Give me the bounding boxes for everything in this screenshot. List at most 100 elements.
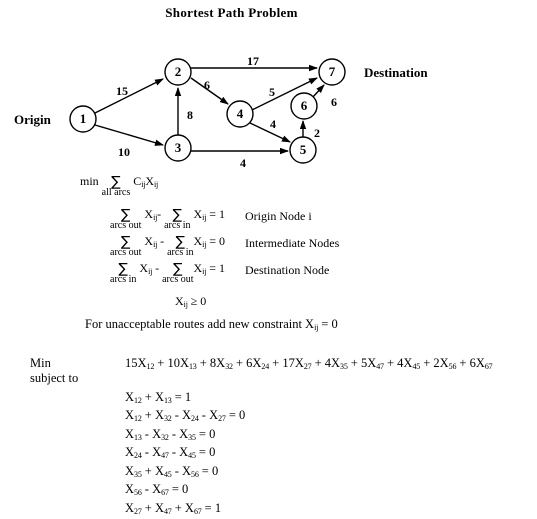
constraint-rhs: = 0 bbox=[168, 482, 189, 497]
constraint-rhs: = 1 bbox=[201, 500, 222, 515]
constraint-rhs: = 1 bbox=[171, 390, 192, 404]
constraint-subscript: 47 bbox=[161, 451, 169, 461]
arc-1-2 bbox=[94, 78, 164, 114]
constraint-subscript: 24 bbox=[134, 451, 142, 461]
objective-coefficient: 4X bbox=[324, 356, 341, 370]
arc-weight-5-6: 2 bbox=[314, 126, 320, 140]
arc-6-7 bbox=[311, 84, 325, 99]
arc-1-3 bbox=[94, 124, 164, 146]
objective-subscript: 47 bbox=[376, 362, 384, 372]
flow-variable-subscript: ij bbox=[154, 180, 159, 190]
unacceptable-note-rhs: = 0 bbox=[318, 317, 338, 331]
constraint-subscript: 24 bbox=[191, 414, 199, 424]
var-1a: X bbox=[144, 207, 154, 221]
node-2: 2 bbox=[164, 58, 192, 86]
constraint-variable: X bbox=[125, 408, 135, 423]
objective-operator: + bbox=[347, 356, 361, 370]
lp-objective-function: 15X12 + 10X13 + 8X32 + 6X24 + 17X27 + 4X… bbox=[125, 356, 493, 372]
constraint-operator: - bbox=[168, 426, 180, 441]
constraint-variable: X bbox=[152, 426, 162, 441]
lp-constraints-list: X12 + X13 = 1 X12 + X32 - X24 - X27 = 0 X1… bbox=[125, 390, 245, 519]
objective-subscript: 13 bbox=[188, 362, 197, 372]
balance-row-origin: ∑ arcs out Xij- ∑ arcs in Xij = 1 Origin N… bbox=[110, 207, 312, 231]
sum-arcs-out-2: ∑ arcs out bbox=[110, 235, 141, 258]
constraint-operator: + bbox=[141, 390, 155, 404]
constraint-subscript: 56 bbox=[191, 469, 199, 479]
objective-coefficient: 10X bbox=[167, 356, 189, 370]
objective-coefficient: 6X bbox=[246, 356, 262, 370]
arc-weight-1-3: 10 bbox=[118, 145, 130, 159]
node-1-label: 1 bbox=[80, 111, 87, 126]
unacceptable-routes-note: For unacceptable routes add new constrai… bbox=[85, 318, 338, 332]
nonneg-var: X bbox=[175, 294, 184, 308]
lp-constraint-row: X12 + X13 = 1 bbox=[125, 390, 245, 408]
constraint-subscript: 67 bbox=[193, 506, 202, 516]
sum-arcs-in-3: ∑ arcs in bbox=[110, 262, 136, 285]
network-nodes: 1 2 3 4 5 6 7 bbox=[69, 58, 346, 164]
arc-weight-1-2: 15 bbox=[116, 84, 128, 98]
objective-operator: + bbox=[311, 356, 325, 370]
objective-subscript: 45 bbox=[412, 362, 421, 372]
lp-constraint-row: X27 + X47 + X67 = 1 bbox=[125, 501, 245, 519]
var-3b: X bbox=[193, 261, 203, 275]
sum-arcs-out-3-subscript: arcs out bbox=[162, 274, 194, 285]
balance-row-destination: ∑ arcs in Xij - ∑ arcs out Xij = 1 Destinat… bbox=[110, 261, 330, 285]
sum-arcs-in-2: ∑ arcs in bbox=[167, 235, 193, 258]
constraint-variable: X bbox=[125, 500, 135, 515]
note-destination-node: Destination Node bbox=[245, 263, 330, 277]
note-intermediate-nodes: Intermediate Nodes bbox=[245, 236, 340, 250]
constraint-variable: X bbox=[125, 463, 135, 478]
arc-weight-2-4: 6 bbox=[204, 78, 210, 92]
node-5-label: 5 bbox=[300, 142, 307, 157]
constraint-subscript: 45 bbox=[188, 451, 196, 461]
nonnegativity-constraint: Xij ≥ 0 bbox=[175, 295, 206, 309]
lp-constraint-row: X24 - X47 - X45 = 0 bbox=[125, 445, 245, 463]
objective-operator: + bbox=[154, 356, 168, 370]
constraint-rhs: = 0 bbox=[225, 408, 246, 423]
constraint-subscript: 35 bbox=[134, 469, 142, 479]
node-7: 7 bbox=[318, 58, 346, 86]
constraint-operator: + bbox=[141, 463, 155, 478]
destination-label: Destination bbox=[364, 65, 428, 80]
objective-coefficient: 17X bbox=[282, 356, 304, 370]
constraint-variable: X bbox=[182, 408, 192, 423]
objective-operator: + bbox=[269, 356, 283, 370]
var-1b: X bbox=[193, 207, 203, 221]
rhs-3: = 1 bbox=[209, 261, 225, 275]
objective-subscript: 12 bbox=[146, 362, 155, 372]
lp-subject-to-label: subject to bbox=[30, 371, 79, 385]
objective-operator: + bbox=[456, 356, 470, 370]
objective-subscript: 35 bbox=[340, 362, 348, 372]
constraint-subscript: 13 bbox=[134, 433, 142, 443]
nonneg-rhs: ≥ 0 bbox=[190, 294, 207, 308]
constraint-subscript: 12 bbox=[134, 414, 142, 424]
constraint-variable: X bbox=[152, 445, 162, 460]
constraint-variable: X bbox=[179, 426, 189, 441]
constraint-operator: - bbox=[171, 463, 183, 478]
constraint-rhs: = 0 bbox=[198, 463, 219, 478]
constraint-operator: - bbox=[141, 445, 153, 460]
arc-weight-4-7: 5 bbox=[269, 85, 275, 99]
objective-coefficient: 2X bbox=[433, 356, 449, 370]
node-3: 3 bbox=[164, 134, 192, 162]
shortest-path-network-diagram: 1 2 3 4 5 6 7 15 10 8 6 17 4 5 4 2 6 Ori… bbox=[0, 0, 537, 190]
sum-all-arcs: ∑ all arcs bbox=[102, 175, 131, 198]
constraint-operator: + bbox=[141, 408, 155, 423]
rhs-2: = 0 bbox=[209, 234, 225, 248]
constraint-subscript: 12 bbox=[134, 396, 142, 406]
constraint-subscript: 47 bbox=[163, 506, 172, 516]
arc-weight-6-7: 6 bbox=[331, 95, 337, 109]
flow-variable: X bbox=[145, 174, 154, 188]
lp-constraint-row: X35 + X45 - X56 = 0 bbox=[125, 464, 245, 482]
constraint-operator: - bbox=[141, 482, 153, 497]
sum-arcs-out-3: ∑ arcs out bbox=[162, 262, 193, 285]
constraint-subscript: 32 bbox=[161, 433, 169, 443]
lp-constraint-row: X13 - X32 - X35 = 0 bbox=[125, 427, 245, 445]
constraint-subscript: 45 bbox=[163, 469, 172, 479]
balance-row-intermediate: ∑ arcs out Xij - ∑ arcs in Xij = 0 Intermed… bbox=[110, 234, 340, 258]
unacceptable-note-text: For unacceptable routes add new constrai… bbox=[85, 317, 315, 331]
min-keyword: min bbox=[80, 174, 99, 188]
objective-subscript: 24 bbox=[261, 362, 269, 372]
objective-coefficient: 15X bbox=[125, 356, 147, 370]
sum-arcs-out-1-subscript: arcs out bbox=[110, 220, 142, 231]
